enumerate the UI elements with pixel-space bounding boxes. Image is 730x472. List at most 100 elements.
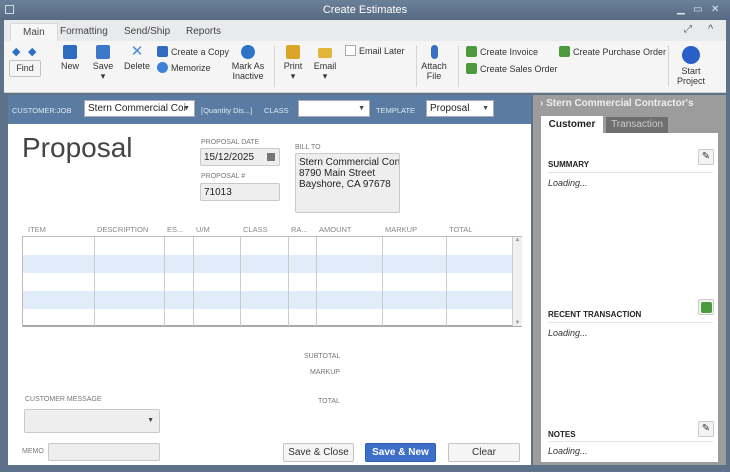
- customer-message-label: CUSTOMER MESSAGE: [25, 396, 102, 403]
- system-menu-icon[interactable]: [5, 5, 14, 14]
- create-sales-order-button[interactable]: Create Sales Order: [466, 63, 558, 74]
- column-header-total[interactable]: TOTAL: [449, 225, 472, 234]
- check-icon: [241, 45, 255, 59]
- report-icon: [700, 302, 712, 313]
- save-close-button[interactable]: Save & Close: [283, 443, 354, 462]
- copy-icon: [157, 46, 168, 57]
- find-button[interactable]: Find: [9, 60, 41, 77]
- summary-heading: SUMMARY: [548, 160, 590, 169]
- clear-button[interactable]: Clear: [448, 443, 520, 462]
- template-label: TEMPLATE: [376, 106, 416, 115]
- panel-tab-customer[interactable]: Customer: [541, 116, 603, 133]
- panel-tab-transaction[interactable]: Transaction: [606, 117, 668, 133]
- table-row[interactable]: [23, 273, 512, 291]
- memorize-icon: [157, 62, 168, 73]
- email-later-checkbox[interactable]: Email Later: [345, 45, 405, 56]
- table-row[interactable]: [23, 309, 512, 327]
- recent-transaction-button[interactable]: [698, 299, 714, 315]
- customer-job-dropdown[interactable]: Stern Commercial Coi ▼: [84, 100, 195, 117]
- create-sales-order-label: Create Sales Order: [480, 63, 558, 74]
- close-button[interactable]: ✕: [711, 4, 719, 15]
- column-header-amount[interactable]: AMOUNT: [319, 225, 352, 234]
- template-dropdown[interactable]: Proposal ▼: [426, 100, 494, 117]
- bill-to-line: Stern Commercial Contr: [299, 157, 400, 168]
- create-po-label: Create Purchase Order: [573, 46, 667, 57]
- calendar-icon[interactable]: [267, 153, 275, 161]
- print-label: Print: [283, 61, 303, 71]
- table-row[interactable]: [23, 255, 512, 273]
- edit-summary-button[interactable]: ✎: [698, 149, 714, 165]
- start-project-button[interactable]: Start Project: [674, 46, 708, 86]
- customer-message-dropdown[interactable]: ▼: [24, 409, 160, 433]
- class-dropdown[interactable]: ▼: [298, 100, 370, 117]
- save-button[interactable]: Save ▾: [90, 45, 116, 81]
- save-new-button[interactable]: Save & New: [365, 443, 436, 462]
- checkbox-icon: [345, 45, 356, 56]
- edit-notes-button[interactable]: ✎: [698, 421, 714, 437]
- line-items-table[interactable]: ▲ ▼: [22, 236, 522, 327]
- table-row[interactable]: [23, 291, 512, 309]
- scrollbar[interactable]: ▲ ▼: [513, 237, 522, 326]
- expand-icon[interactable]: ⤢: [684, 24, 692, 35]
- bill-to-field[interactable]: Stern Commercial Contr 8790 Main Street Ba…: [295, 153, 400, 213]
- proposal-date-value: 15/12/2025: [204, 152, 255, 163]
- notes-text: Loading...: [548, 446, 588, 456]
- minimize-button[interactable]: ▁: [677, 4, 685, 15]
- toolbar: ◆ ◆ Find New Save ▾ ✕ Delete Create a Copy…: [4, 41, 726, 93]
- column-header-rate[interactable]: RA...: [291, 225, 308, 234]
- proposal-number-field[interactable]: 71013: [200, 183, 280, 201]
- attach-label: Attach: [421, 61, 447, 71]
- collapse-ribbon-icon[interactable]: ^: [708, 23, 713, 35]
- delete-icon: ✕: [130, 43, 144, 60]
- next-arrow-icon[interactable]: ◆: [28, 45, 36, 58]
- scroll-up-icon[interactable]: ▲: [513, 237, 522, 243]
- tab-formatting[interactable]: Formatting: [48, 23, 120, 41]
- prev-arrow-icon[interactable]: ◆: [12, 45, 20, 58]
- email-label: Email: [313, 61, 337, 71]
- column-header-item[interactable]: ITEM: [28, 225, 46, 234]
- create-invoice-button[interactable]: Create Invoice: [466, 46, 538, 57]
- sales-order-icon: [466, 63, 477, 74]
- project-icon: [682, 46, 700, 64]
- bill-to-line: Bayshore, CA 97678: [299, 179, 391, 190]
- column-header-class[interactable]: CLASS: [243, 225, 268, 234]
- quantity-discount-link[interactable]: [Quantity Dis...]: [201, 106, 252, 115]
- column-header-um[interactable]: U/M: [196, 225, 210, 234]
- mark-inactive-label: Mark As: [231, 61, 265, 71]
- bill-to-line: 8790 Main Street: [299, 168, 376, 179]
- column-header-markup[interactable]: MARKUP: [385, 225, 417, 234]
- memorize-button[interactable]: Memorize: [157, 62, 211, 73]
- create-purchase-order-button[interactable]: Create Purchase Order: [559, 46, 666, 57]
- mark-inactive-button[interactable]: Mark As Inactive: [228, 45, 268, 81]
- scroll-down-icon[interactable]: ▼: [513, 320, 522, 326]
- recent-transaction-heading: RECENT TRANSACTION: [548, 310, 642, 319]
- create-copy-label: Create a Copy: [171, 46, 230, 57]
- tab-reports[interactable]: Reports: [174, 23, 233, 41]
- column-header-estimate[interactable]: ES...: [167, 225, 183, 234]
- template-value: Proposal: [430, 103, 470, 114]
- class-label: CLASS: [264, 106, 289, 115]
- memo-field[interactable]: [48, 443, 160, 461]
- chevron-down-icon: ▼: [482, 105, 489, 112]
- maximize-button[interactable]: ▭: [693, 4, 702, 15]
- print-button[interactable]: Print ▾: [281, 45, 305, 81]
- customer-job-value: Stern Commercial Coi: [88, 103, 186, 114]
- email-button[interactable]: Email ▾: [312, 45, 338, 81]
- new-button[interactable]: New: [56, 45, 84, 71]
- delete-label: Delete: [123, 61, 150, 71]
- create-copy-button[interactable]: Create a Copy: [157, 46, 229, 57]
- chevron-down-icon: ▼: [358, 105, 365, 112]
- proposal-date-field[interactable]: 15/12/2025: [200, 148, 280, 166]
- page-title: Proposal: [22, 132, 133, 163]
- new-label: New: [60, 61, 79, 71]
- summary-text: Loading...: [548, 178, 588, 188]
- save-icon: [96, 45, 110, 59]
- panel-header[interactable]: › Stern Commercial Contractor's: [540, 98, 694, 109]
- mark-inactive-label-2: Inactive: [232, 71, 264, 81]
- email-later-label: Email Later: [359, 45, 405, 56]
- table-row[interactable]: [23, 237, 512, 255]
- tab-send-ship[interactable]: Send/Ship: [112, 23, 182, 41]
- attach-file-button[interactable]: Attach File: [420, 45, 448, 81]
- column-header-description[interactable]: DESCRIPTION: [97, 225, 148, 234]
- delete-button[interactable]: ✕ Delete: [122, 43, 152, 71]
